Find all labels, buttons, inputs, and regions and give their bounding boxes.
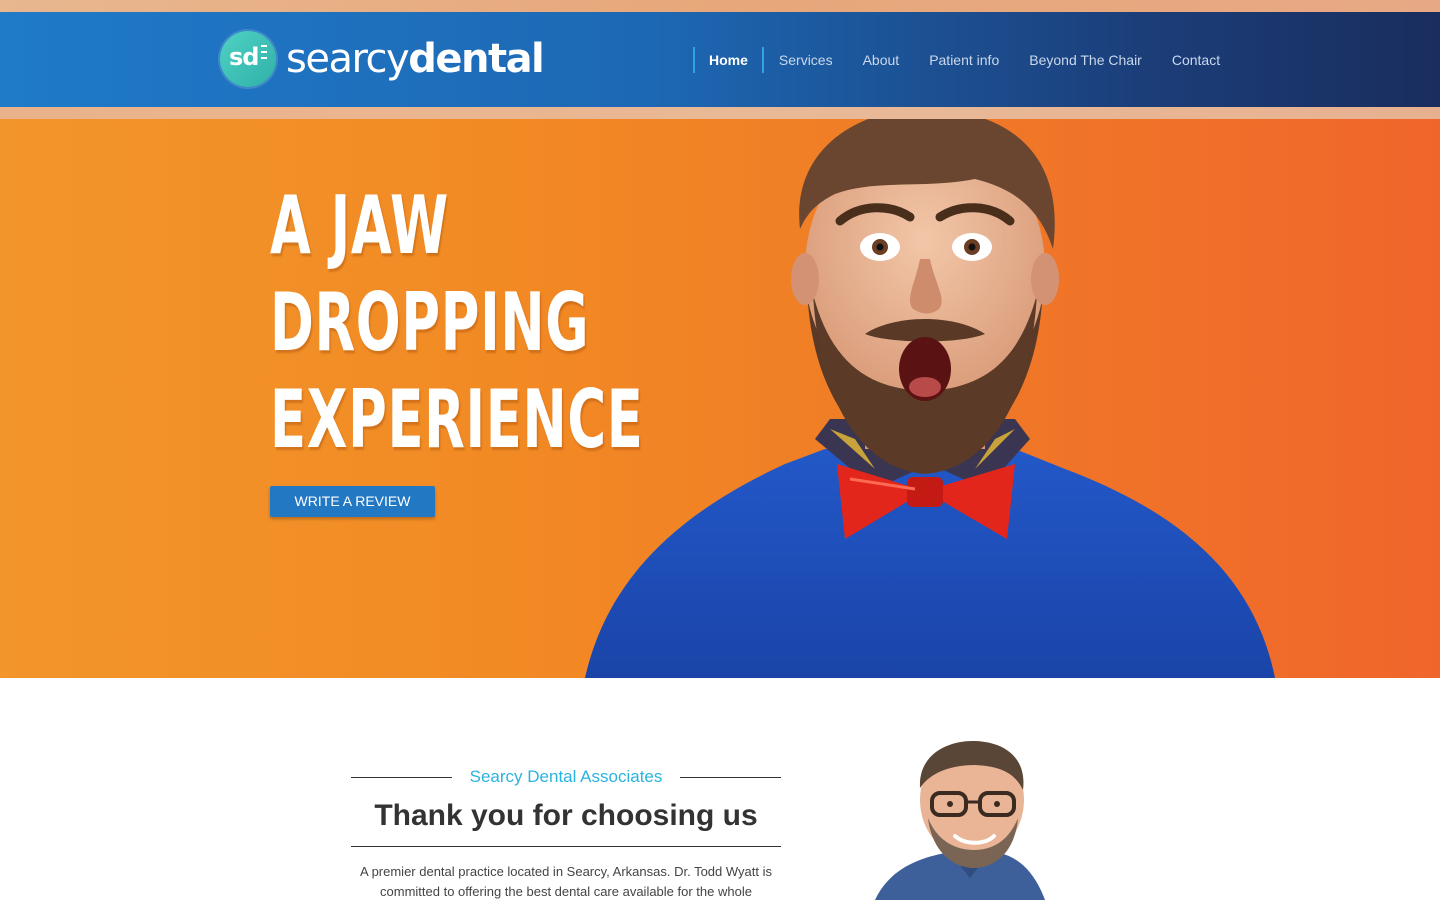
main-nav: Home Services About Patient info Beyond … [693, 47, 1235, 73]
header-accent-strip [0, 107, 1440, 119]
logo-badge-text: sd [229, 43, 259, 71]
intro-title: Thank you for choosing us [374, 799, 758, 832]
headline-line-3: EXPERIENCE [270, 373, 644, 466]
write-review-button[interactable]: WRITE A REVIEW [270, 486, 435, 517]
divider-right [680, 776, 782, 778]
dentist-portrait-image [875, 740, 1045, 900]
intro-subtitle-row: Searcy Dental Associates [351, 760, 782, 794]
hero-surprised-man-image [585, 119, 1275, 678]
nav-item-services[interactable]: Services [764, 47, 848, 73]
nav-item-contact[interactable]: Contact [1157, 47, 1235, 73]
intro-subtitle: Searcy Dental Associates [469, 767, 663, 786]
hero-banner: A JAW DROPPING EXPERIENCE WRITE A REVIEW [0, 119, 1440, 678]
logo-word-light: searcy [286, 36, 410, 82]
tooth-icon [261, 45, 267, 59]
intro-paragraph: A premier dental practice located in Sea… [360, 864, 772, 899]
nav-item-about[interactable]: About [848, 47, 915, 73]
nav-item-home[interactable]: Home [693, 47, 764, 73]
hero-headline: A JAW DROPPING EXPERIENCE [270, 177, 644, 468]
intro-section: Searcy Dental Associates Thank you for c… [351, 760, 782, 900]
headline-line-2: DROPPING [270, 276, 590, 369]
logo-wordmark: searcydental [286, 36, 545, 82]
nav-item-beyond-the-chair[interactable]: Beyond The Chair [1014, 47, 1157, 73]
headline-line-1: A JAW [270, 179, 449, 272]
logo-badge: sd [220, 31, 276, 87]
site-logo[interactable]: sd searcydental [220, 31, 545, 87]
nav-item-patient-info[interactable]: Patient info [914, 47, 1014, 73]
divider-left [351, 776, 452, 778]
intro-divider [351, 846, 781, 847]
top-accent-strip [0, 0, 1440, 12]
site-header: sd searcydental Home Services About Pati… [0, 12, 1440, 107]
logo-word-bold: dental [408, 36, 545, 82]
